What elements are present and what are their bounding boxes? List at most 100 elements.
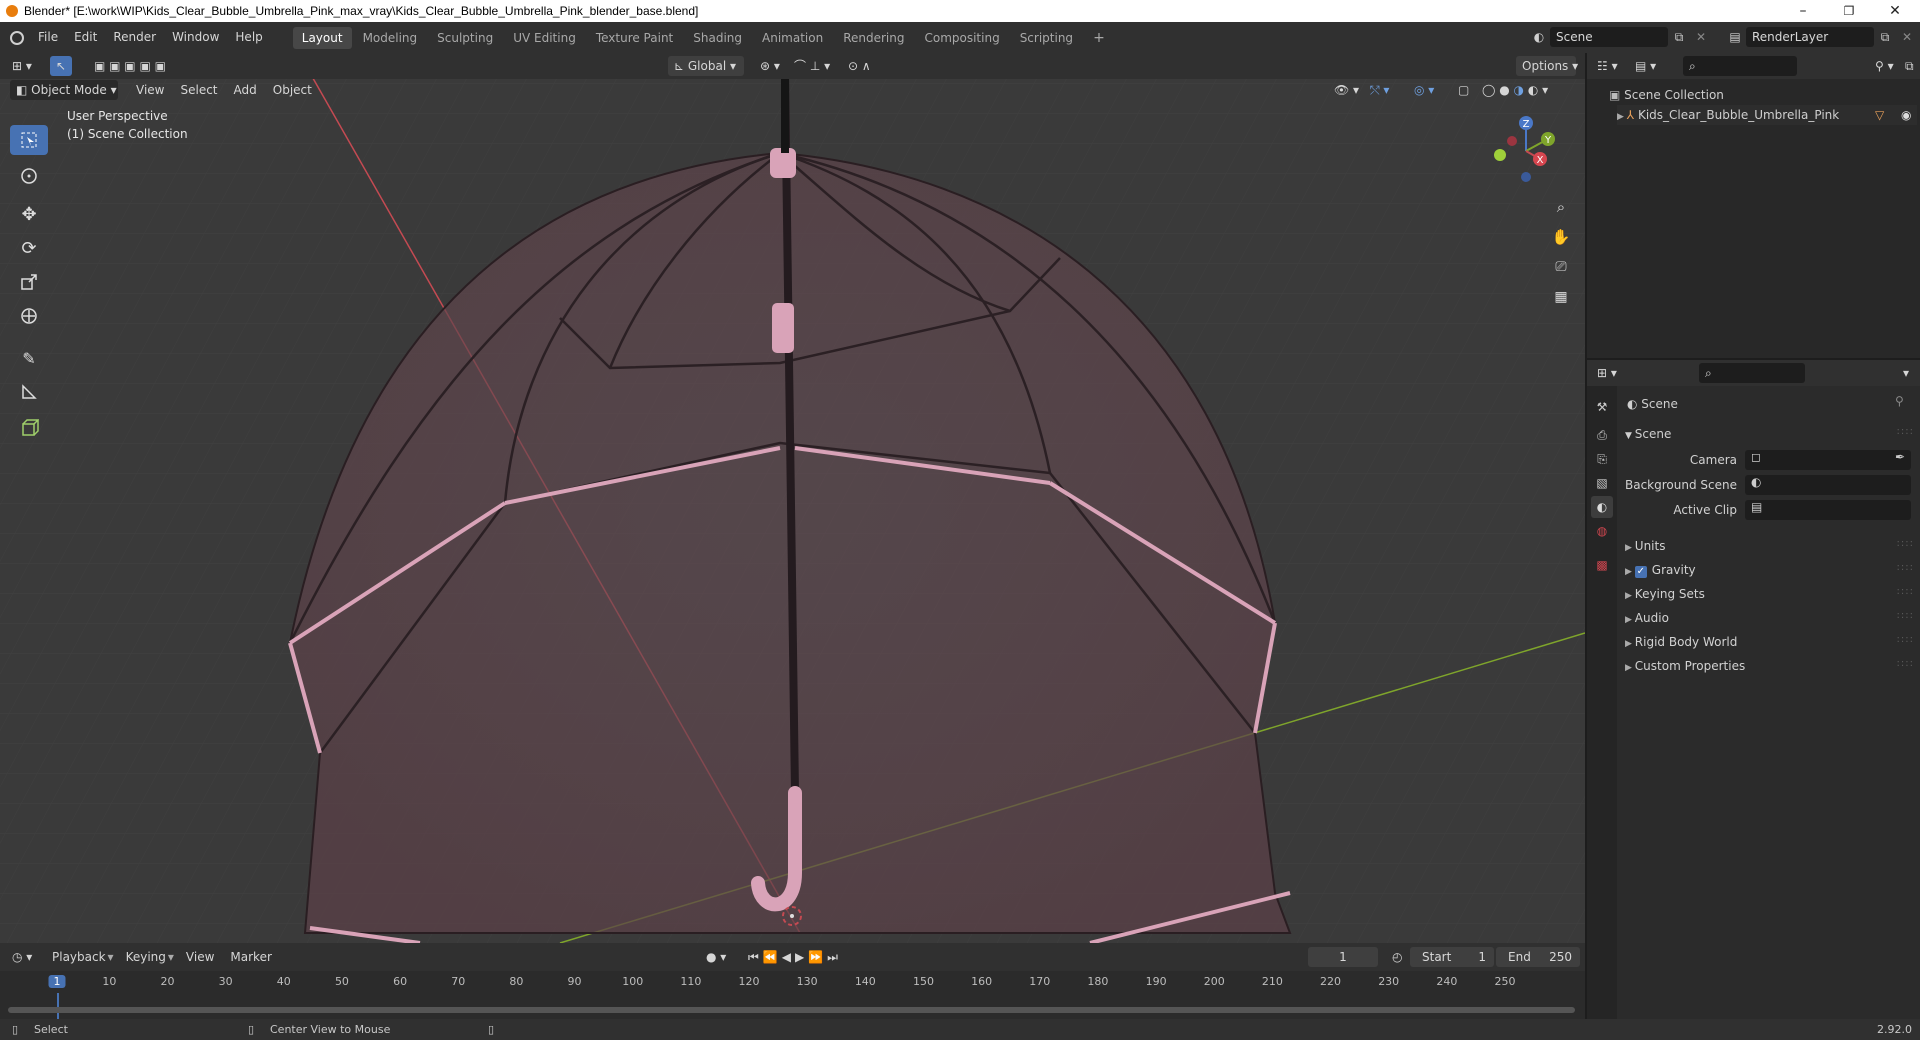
editor-type-icon[interactable]: ⊞ ▾ [6,56,38,76]
zoom-button[interactable]: ⌕ [1546,193,1576,221]
tab-animation[interactable]: Animation [753,27,832,49]
drag-handle-icon[interactable]: :::: [1897,610,1914,621]
menu-window[interactable]: Window [164,22,227,53]
properties-editor-icon[interactable]: ⊞ ▾ [1591,363,1623,383]
section-keying-sets[interactable]: ▶ Keying Sets [1625,584,1705,604]
camera-field[interactable]: ◻ ✒ [1745,450,1911,470]
outliner-item-umbrella[interactable]: ▶ ⅄ Kids_Clear_Bubble_Umbrella_Pink ▽ ◉ [1617,105,1917,125]
move-tool[interactable]: ✥ [10,199,48,229]
timeline-editor-icon[interactable]: ◷ ▾ [6,947,38,967]
menu-render[interactable]: Render [105,22,164,53]
timeline-body[interactable]: 1 10 20 30 40 50 60 70 80 90 100 110 120 130 140 150 160… [0,971,1585,1019]
camera-view-button[interactable]: ⎚ [1546,253,1576,281]
properties-options-icon[interactable]: ▾ [1897,363,1915,383]
viewport-menu-add[interactable]: Add [226,80,265,100]
transform-orientation-dropdown[interactable]: ⊾ Global ▾ [668,56,744,76]
display-mode-icon[interactable]: ▤ ▾ [1629,56,1662,76]
timeline-menu-marker[interactable]: Marker [222,947,279,967]
transform-tool[interactable] [10,301,48,331]
viewport-menu-view[interactable]: View [128,80,172,100]
new-layer-icon[interactable]: ⧉ [1874,27,1896,47]
pin-icon[interactable]: ⚲ [1895,394,1904,408]
mode-dropdown[interactable]: ◧ Object Mode ▾ [10,80,118,100]
properties-editor[interactable]: ⊞ ▾ ⌕ ▾ ⚒ ⎙ ⎘ ▧ ◐ ◍ ▩ ◐ Scene ⚲ ▼ Scene … [1587,360,1920,1019]
viewport-menu-object[interactable]: Object [265,80,320,100]
select-box-tool[interactable] [10,125,48,155]
properties-search-input[interactable]: ⌕ [1699,363,1805,383]
gravity-checkbox[interactable]: ✓ [1634,566,1647,578]
viewport-menu-select[interactable]: Select [172,80,225,100]
tab-shading[interactable]: Shading [684,27,751,49]
cursor-tool[interactable] [10,161,48,191]
shading-modes-icon[interactable]: ◯ ● ◑ ◐ ▾ [1476,80,1554,100]
world-tab[interactable]: ◍ [1591,520,1613,542]
selection-modes-icon[interactable]: ▣ ▣ ▣ ▣ ▣ [88,56,172,76]
record-button[interactable]: ● ▾ [700,947,732,967]
options-dropdown[interactable]: Options ▾ [1516,56,1578,76]
ortho-toggle-button[interactable]: ▦ [1546,283,1576,311]
tab-rendering[interactable]: Rendering [834,27,913,49]
add-workspace-button[interactable]: + [1084,27,1114,49]
scene-name-field[interactable]: Scene [1550,27,1668,47]
menu-edit[interactable]: Edit [66,22,105,53]
section-audio[interactable]: ▶ Audio [1625,608,1669,628]
tab-layout[interactable]: Layout [292,26,352,49]
tab-sculpting[interactable]: Sculpting [428,27,502,49]
drag-handle-icon[interactable]: :::: [1897,634,1914,645]
active-clip-field[interactable]: ▤ [1745,500,1911,520]
expand-arrow-icon[interactable]: ▶ [1617,112,1627,122]
end-frame-field[interactable]: End 250 [1496,947,1580,967]
background-scene-field[interactable]: ◐ [1745,475,1911,495]
new-scene-icon[interactable]: ⧉ [1668,27,1690,47]
filter-icon[interactable]: ⚲ ▾ [1869,56,1900,76]
pivot-icon[interactable]: ⊛ ▾ [754,56,786,76]
start-frame-field[interactable]: Start 1 [1410,947,1494,967]
navigation-gizmo[interactable]: Z Y X [1486,111,1566,191]
current-frame-field[interactable]: 1 [1308,947,1378,967]
proportional-edit-icon[interactable]: ⊙ ∧ [842,56,877,76]
tab-scripting[interactable]: Scripting [1011,27,1082,49]
section-custom-properties[interactable]: ▶ Custom Properties [1625,656,1745,676]
delete-layer-icon[interactable]: ✕ [1896,27,1918,47]
texture-tab[interactable]: ▩ [1591,554,1613,576]
drag-handle-icon[interactable]: :::: [1897,586,1914,597]
select-mode-icon[interactable]: ↖ [50,56,72,76]
3d-viewport[interactable]: ✥ ⟳ ✎ User Perspective (1) Scene Collect… [0,53,1585,943]
restore-button[interactable]: ❐ [1826,0,1872,22]
tab-texture-paint[interactable]: Texture Paint [587,27,682,49]
tool-tab[interactable]: ⚒ [1591,396,1613,418]
playback-controls[interactable]: ⏮⏪◀▶⏩⏭ [742,947,848,967]
section-rigid-body-world[interactable]: ▶ Rigid Body World [1625,632,1737,652]
eyedropper-icon[interactable]: ✒ [1895,450,1905,464]
menu-help[interactable]: Help [227,22,270,53]
timeline-menu-playback[interactable]: Playback [44,947,114,967]
timeline-menu-keying[interactable]: Keying [118,947,174,967]
drag-handle-icon[interactable]: :::: [1897,658,1914,669]
pan-button[interactable]: ✋ [1546,223,1576,251]
layer-name-field[interactable]: RenderLayer [1746,27,1874,47]
new-collection-icon[interactable]: ⧉ [1899,56,1920,76]
close-button[interactable]: ✕ [1872,0,1918,22]
section-gravity[interactable]: ▶ ✓ Gravity [1625,560,1696,580]
output-tab[interactable]: ⎘ [1591,448,1613,470]
overlay-toggle-icon[interactable]: ◎ ▾ [1408,80,1440,100]
tab-compositing[interactable]: Compositing [915,27,1008,49]
scale-tool[interactable] [10,267,48,297]
add-cube-tool[interactable] [10,413,48,443]
rotate-tool[interactable]: ⟳ [10,233,48,263]
outliner-editor-icon[interactable]: ☷ ▾ [1591,56,1624,76]
menu-file[interactable]: File [30,22,66,53]
annotate-tool[interactable]: ✎ [10,343,48,373]
outliner[interactable]: ☷ ▾ ▤ ▾ ⌕ ⚲ ▾ ⧉ ▣ Scene Collection ▶ ⅄ K… [1587,53,1920,358]
scene-panel-header[interactable]: ▼ Scene [1625,424,1671,444]
tab-uv-editing[interactable]: UV Editing [504,27,585,49]
drag-handle-icon[interactable]: :::: [1897,538,1914,549]
render-tab[interactable]: ⎙ [1591,424,1613,446]
blender-menu-icon[interactable] [10,30,24,45]
section-units[interactable]: ▶ Units [1625,536,1665,556]
gizmo-toggle-icon[interactable]: ⤲ ▾ [1364,80,1395,100]
measure-tool[interactable] [10,377,48,407]
visibility-icon[interactable]: 👁 ▾ [1328,80,1365,100]
minimize-button[interactable]: – [1780,0,1826,22]
timeline-menu-view[interactable]: View [178,947,222,967]
